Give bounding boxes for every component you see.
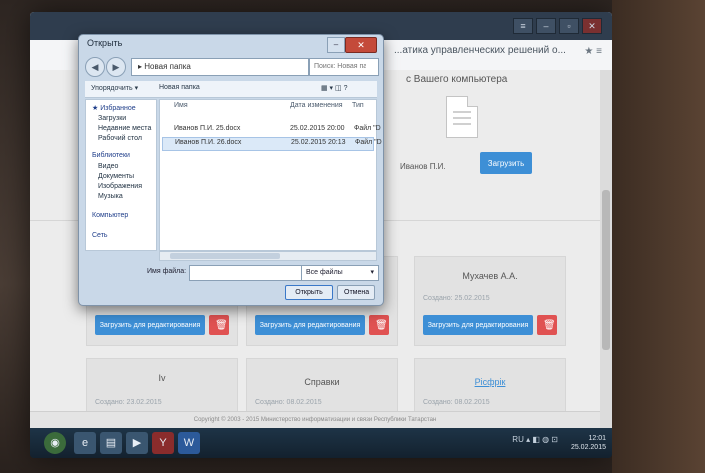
- nav-item-music[interactable]: Музыка: [98, 193, 123, 200]
- file-list: Имя Дата изменения Тип Иванов П.И. 25.do…: [159, 99, 382, 251]
- upload-button[interactable]: Загрузить: [480, 152, 532, 174]
- file-row[interactable]: Иванов П.И. 25.docx 25.02.2015 20:00 Фай…: [162, 124, 381, 136]
- windows-taskbar: ◉ e ▤ ▶ Y W RU ▴ ◧ ◍ ⊡ 12:01 25.02.2015: [30, 428, 612, 458]
- system-tray[interactable]: RU ▴ ◧ ◍ ⊡: [512, 435, 558, 444]
- delete-icon[interactable]: 🗑: [369, 315, 389, 335]
- edit-button[interactable]: Загрузить для редактирования: [95, 315, 205, 335]
- organize-menu[interactable]: Упорядочить ▾: [91, 84, 138, 92]
- file-type: Файл "D: [355, 139, 382, 146]
- explorer-icon[interactable]: ▤: [100, 432, 122, 454]
- edit-button[interactable]: Загрузить для редактирования: [423, 315, 533, 335]
- scroll-thumb[interactable]: [170, 253, 280, 259]
- window-controls: ≡ – ▫ ✕: [513, 18, 602, 34]
- cancel-button[interactable]: Отмена: [337, 285, 375, 300]
- close-icon[interactable]: ✕: [345, 37, 377, 53]
- chevron-down-icon: ▾: [370, 269, 374, 276]
- nav-item-libraries[interactable]: Библиотеки: [92, 152, 130, 159]
- dialog-title: Открыть: [87, 38, 123, 48]
- word-icon[interactable]: W: [178, 432, 200, 454]
- photo-background-right: [612, 0, 705, 473]
- menu-icon[interactable]: ≡: [513, 18, 533, 34]
- card-title-link[interactable]: Рісфрік: [415, 377, 565, 387]
- file-date: 25.02.2015 20:00: [290, 125, 345, 132]
- card-title: Справки: [304, 377, 340, 387]
- close-icon[interactable]: ✕: [582, 18, 602, 34]
- page-title: ...атика управленческих решений о...: [394, 45, 566, 56]
- upload-panel: с Вашего компьютера Иванов П.И. Загрузит…: [390, 70, 590, 210]
- nav-item-desktop[interactable]: Рабочий стол: [98, 135, 142, 142]
- clock-time: 12:01: [588, 435, 606, 442]
- minimize-icon[interactable]: –: [536, 18, 556, 34]
- nav-item-documents[interactable]: Документы: [98, 173, 134, 180]
- path-box[interactable]: ▸ Новая папка: [131, 58, 309, 76]
- search-input[interactable]: [314, 63, 366, 70]
- card-date: Создано: 23.02.2015: [95, 399, 162, 406]
- edit-button[interactable]: Загрузить для редактирования: [255, 315, 365, 335]
- maximize-icon[interactable]: ▫: [559, 18, 579, 34]
- card-date: Создано: 25.02.2015: [423, 295, 490, 302]
- clock[interactable]: 12:01 25.02.2015: [571, 434, 606, 452]
- clock-date: 25.02.2015: [570, 444, 606, 451]
- column-date[interactable]: Дата изменения: [290, 102, 343, 109]
- search-box[interactable]: [309, 58, 379, 76]
- minimize-icon[interactable]: –: [327, 37, 345, 53]
- filter-value: Все файлы: [306, 269, 343, 276]
- document-icon: [446, 96, 478, 138]
- file-row-selected[interactable]: Иванов П.И. 26.docx 25.02.2015 20:13 Фай…: [162, 137, 382, 151]
- delete-icon[interactable]: 🗑: [537, 315, 557, 335]
- start-button[interactable]: ◉: [44, 432, 66, 454]
- upload-subtitle: с Вашего компьютера: [406, 74, 508, 85]
- page-footer: Copyright © 2003 - 2015 Министерство инф…: [30, 411, 600, 428]
- card-title: Мухачев А.А.: [462, 271, 518, 281]
- nav-item-favorites[interactable]: ★ Избранное: [92, 104, 136, 112]
- scroll-thumb[interactable]: [602, 190, 610, 350]
- nav-item-video[interactable]: Видео: [98, 163, 118, 170]
- nav-item-recent[interactable]: Недавние места: [98, 125, 151, 132]
- forward-icon[interactable]: ▶: [106, 57, 126, 77]
- file-type-filter[interactable]: Все файлы ▾: [301, 265, 379, 281]
- media-player-icon[interactable]: ▶: [126, 432, 148, 454]
- view-icon[interactable]: ▦ ▾ ◫ ?: [321, 84, 347, 92]
- nav-item-pictures[interactable]: Изображения: [98, 183, 142, 190]
- dialog-toolbar: Упорядочить ▾ Новая папка ▦ ▾ ◫ ?: [85, 81, 377, 98]
- nav-item-computer[interactable]: Компьютер: [92, 212, 128, 219]
- filename-label: Имя файла:: [147, 268, 187, 275]
- file-name: Иванов П.И. 25.docx: [174, 125, 241, 132]
- dialog-navbar: ◀ ▶ ▸ Новая папка: [85, 55, 379, 79]
- file-date: 25.02.2015 20:13: [291, 139, 346, 146]
- bookmark-star-icon[interactable]: ★ ≡: [584, 46, 602, 57]
- card-date: Создано: 08.02.2015: [423, 399, 490, 406]
- nav-item-network[interactable]: Сеть: [92, 232, 108, 239]
- open-file-dialog: Открыть – ✕ ◀ ▶ ▸ Новая папка Упорядочит…: [78, 34, 384, 306]
- new-folder-button[interactable]: Новая папка: [159, 84, 200, 91]
- filename-input[interactable]: [189, 265, 303, 281]
- back-icon[interactable]: ◀: [85, 57, 105, 77]
- uploader-name: Иванов П.И.: [400, 162, 446, 171]
- column-type[interactable]: Тип: [352, 102, 364, 109]
- card-3: Мухачев А.А. Создано: 25.02.2015 Загрузи…: [414, 256, 566, 346]
- nav-item-downloads[interactable]: Загрузки: [98, 115, 126, 122]
- delete-icon[interactable]: 🗑: [209, 315, 229, 335]
- open-button[interactable]: Открыть: [285, 285, 333, 300]
- column-name[interactable]: Имя: [174, 102, 188, 109]
- file-name: Иванов П.И. 26.docx: [175, 139, 242, 146]
- ie-icon[interactable]: e: [74, 432, 96, 454]
- card-date: Создано: 08.02.2015: [255, 399, 322, 406]
- yandex-browser-icon[interactable]: Y: [152, 432, 174, 454]
- horizontal-scrollbar[interactable]: [159, 251, 377, 261]
- monitor-screen: ≡ – ▫ ✕ ...атика управленческих решений …: [30, 12, 612, 458]
- file-type: Файл "D: [354, 125, 381, 132]
- card-title: Iv: [158, 373, 166, 383]
- navigation-pane: ★ Избранное Загрузки Недавние места Рабо…: [85, 99, 157, 251]
- page-scrollbar[interactable]: [600, 70, 612, 428]
